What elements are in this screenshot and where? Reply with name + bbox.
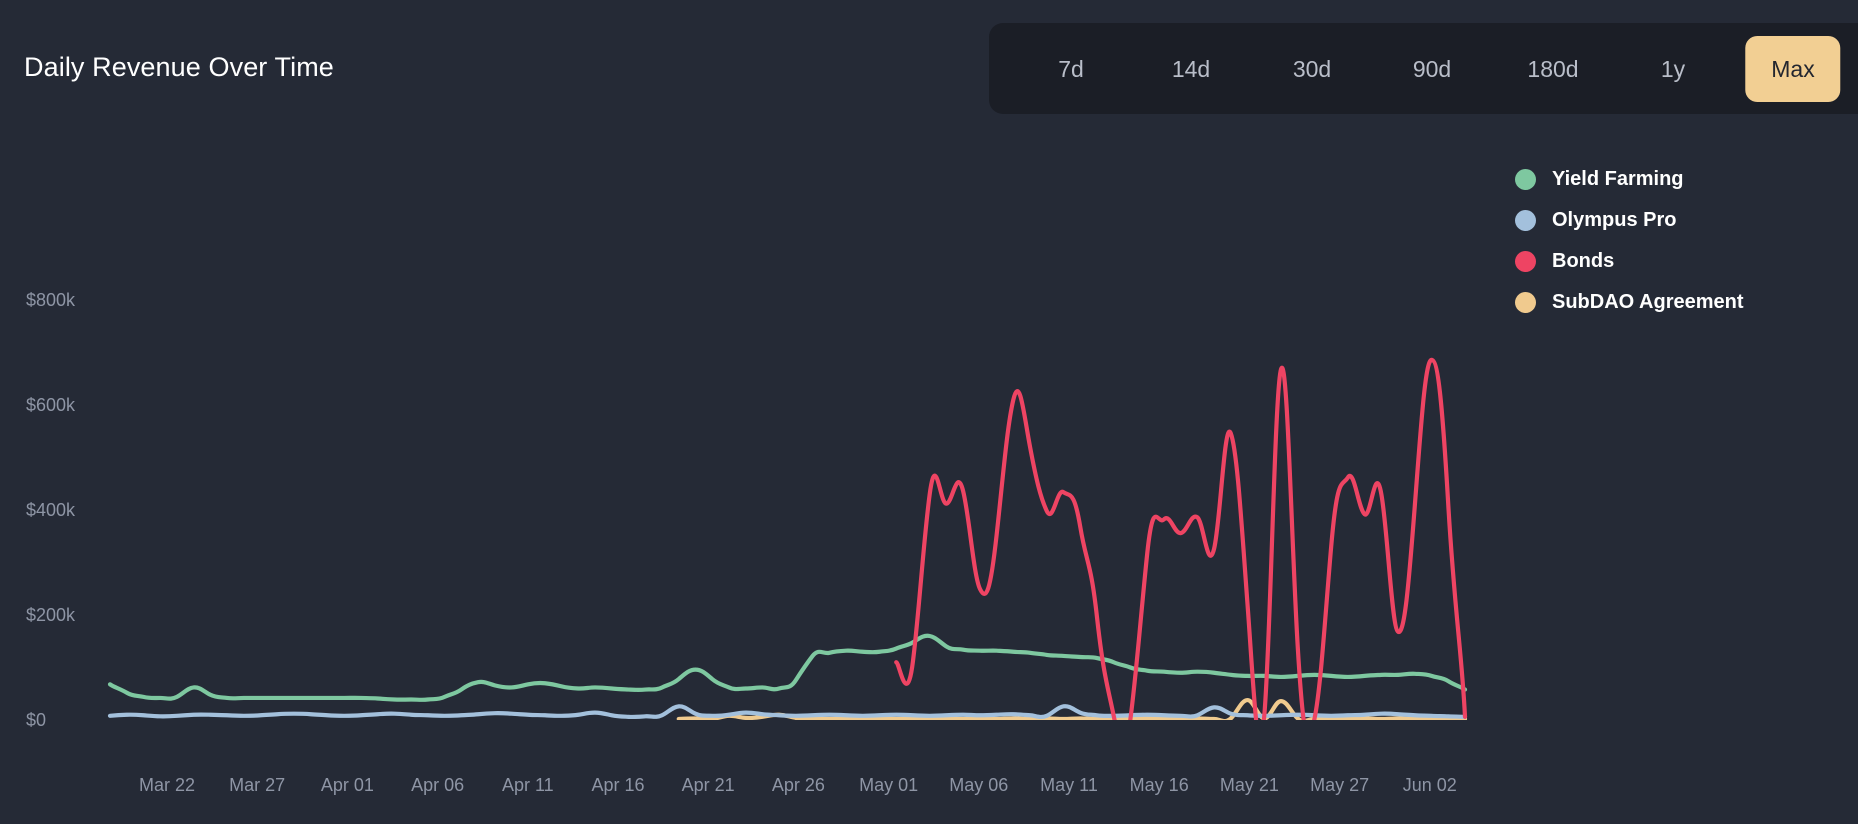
x-axis-tick: Mar 27 <box>229 775 286 795</box>
legend-label: Bonds <box>1552 250 1615 272</box>
x-axis-tick: Mar 22 <box>138 775 196 795</box>
legend-color-dot <box>1515 251 1536 272</box>
x-axis-tick: May 06 <box>949 775 1009 795</box>
y-axis: $0 $200k $400k $600k $800k <box>26 120 136 730</box>
y-axis-tick: $600k <box>26 395 76 415</box>
chart-plot-area <box>0 120 1500 720</box>
legend-label: Yield Farming <box>1552 168 1684 190</box>
y-axis-tick: $0 <box>26 710 47 730</box>
x-axis: Mar 22 Mar 27 Apr 01 Apr 06 Apr 11 Apr 16 Apr … <box>0 775 1858 805</box>
legend-item-yield-farming[interactable]: Yield Farming <box>1515 168 1744 191</box>
x-axis-tick: May 16 <box>1129 775 1189 795</box>
page-title: Daily Revenue Over Time <box>24 52 334 82</box>
legend-item-olympus-pro[interactable]: Olympus Pro <box>1515 209 1744 232</box>
y-axis-tick: $200k <box>26 605 76 625</box>
chart-legend: Yield Farming Olympus Pro Bonds SubDAO Agre… <box>1515 168 1744 314</box>
range-button-30d[interactable]: 30d <box>1279 38 1345 100</box>
chart-lines-svg <box>107 357 1468 720</box>
legend-label: Olympus Pro <box>1552 209 1677 231</box>
legend-label: SubDAO Agreement <box>1552 291 1744 313</box>
legend-color-dot <box>1515 210 1536 231</box>
x-axis-tick: May 01 <box>859 775 919 795</box>
range-button-90d[interactable]: 90d <box>1399 38 1465 100</box>
range-button-7d[interactable]: 7d <box>1044 38 1098 100</box>
series-line-olympus-pro <box>107 704 1468 720</box>
x-axis-tick: May 21 <box>1219 775 1279 795</box>
x-axis-tick: May 27 <box>1310 775 1370 795</box>
x-axis-tick: Apr 01 <box>320 775 374 795</box>
x-axis-tick: Apr 26 <box>771 775 825 795</box>
series-line-yield-farming <box>107 633 1468 702</box>
legend-color-dot <box>1515 169 1536 190</box>
y-axis-tick: $400k <box>26 500 76 520</box>
y-axis-tick: $800k <box>26 290 76 310</box>
revenue-chart-page: Daily Revenue Over Time 7d 14d 30d 90d 180d 1… <box>0 0 1858 824</box>
range-button-14d[interactable]: 14d <box>1158 38 1224 100</box>
range-button-1y[interactable]: 1y <box>1647 38 1699 100</box>
legend-item-bonds[interactable]: Bonds <box>1515 250 1744 273</box>
series-line-bonds <box>894 357 1468 720</box>
x-axis-tick: Apr 16 <box>591 775 645 795</box>
x-axis-tick: May 11 <box>1040 775 1098 795</box>
time-range-selector: 7d 14d 30d 90d 180d 1y Max <box>989 23 1858 114</box>
legend-item-subdao-agreement[interactable]: SubDAO Agreement <box>1515 291 1744 314</box>
x-axis-tick: Apr 21 <box>681 775 735 795</box>
range-button-max[interactable]: Max <box>1745 36 1841 102</box>
x-axis-tick: Apr 06 <box>411 775 465 795</box>
legend-color-dot <box>1515 292 1536 313</box>
x-axis-tick: Jun 02 <box>1402 775 1457 795</box>
range-button-180d[interactable]: 180d <box>1513 38 1592 100</box>
x-axis-tick: Apr 11 <box>501 775 554 795</box>
